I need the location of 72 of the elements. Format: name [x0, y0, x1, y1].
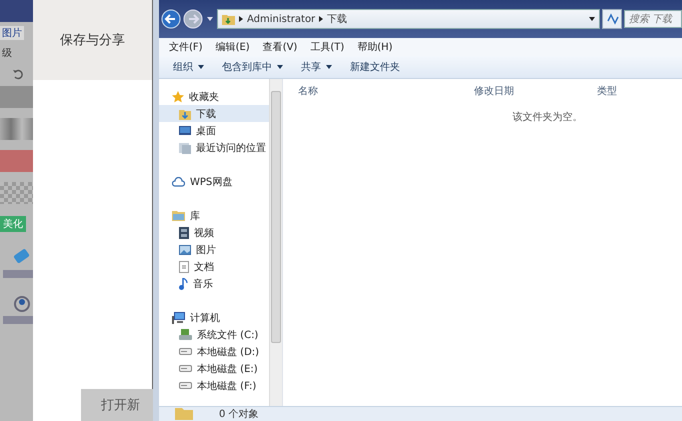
- folder-icon: [175, 408, 193, 420]
- toolbar-button[interactable]: 组织: [173, 60, 204, 74]
- picture-icon: [179, 244, 191, 254]
- address-bar[interactable]: Administrator 下载: [217, 9, 600, 29]
- nav-item[interactable]: 系统文件 (C:): [159, 326, 269, 343]
- search-field[interactable]: 搜索 下载: [624, 10, 682, 28]
- breadcrumb-arrow-icon[interactable]: [319, 16, 324, 22]
- panel-title: 保存与分享: [60, 32, 125, 49]
- scrollbar-thumb[interactable]: [271, 91, 281, 343]
- desktop-icon: [179, 126, 191, 136]
- breadcrumb[interactable]: 下载: [327, 12, 348, 26]
- menu-item[interactable]: 工具(T): [310, 40, 344, 54]
- empty-folder-message: 该文件夹为空。: [512, 110, 584, 124]
- nav-item[interactable]: 库: [159, 207, 269, 224]
- open-button[interactable]: 打开新: [80, 389, 153, 421]
- scrollbar[interactable]: [269, 79, 282, 406]
- drive-icon: [179, 328, 192, 340]
- caret-icon[interactable]: [589, 17, 595, 21]
- nav-item[interactable]: 桌面: [159, 122, 269, 139]
- nav-item[interactable]: 本地磁盘 (F:): [159, 377, 269, 394]
- document-icon: [179, 260, 189, 272]
- tab[interactable]: 级: [0, 46, 24, 60]
- back-button[interactable]: [161, 9, 181, 29]
- color-swatch: [0, 86, 33, 108]
- nav-item[interactable]: WPS网盘: [159, 173, 269, 190]
- nav-item[interactable]: 视频: [159, 224, 269, 241]
- toolbar-button[interactable]: 共享: [301, 60, 332, 74]
- cloud-icon: [172, 176, 185, 186]
- history-dropdown-icon[interactable]: [207, 17, 213, 21]
- drive-icon: [179, 382, 192, 389]
- nav-item[interactable]: 本地磁盘 (D:): [159, 343, 269, 360]
- menu-item[interactable]: 文件(F): [169, 40, 203, 54]
- drive-icon: [179, 348, 192, 355]
- menu-item[interactable]: 编辑(E): [216, 40, 250, 54]
- status-text: 0 个对象: [219, 408, 259, 421]
- film-icon: [179, 226, 189, 238]
- nav-item[interactable]: 本地磁盘 (E:): [159, 360, 269, 377]
- forward-button[interactable]: [183, 9, 203, 29]
- toolbar-button[interactable]: 新建文件夹: [350, 60, 400, 74]
- nav-item[interactable]: 音乐: [159, 275, 269, 292]
- tool-label: [3, 316, 33, 324]
- color-swatch: [0, 118, 33, 140]
- menu-item[interactable]: 帮助(H): [357, 40, 393, 54]
- column-header[interactable]: 修改日期: [474, 84, 514, 98]
- column-header[interactable]: 名称: [298, 84, 318, 98]
- nav-item[interactable]: 图片: [159, 241, 269, 258]
- breadcrumb-arrow-icon[interactable]: [239, 16, 243, 22]
- toolbar-button[interactable]: 包含到库中: [222, 60, 283, 74]
- star-icon: [172, 90, 184, 102]
- music-note-icon: [179, 278, 188, 290]
- nav-item[interactable]: 计算机: [159, 309, 269, 326]
- column-header[interactable]: 类型: [597, 84, 617, 98]
- undo-icon[interactable]: [12, 68, 24, 80]
- color-swatch: [0, 150, 33, 172]
- computer-icon: [172, 312, 185, 324]
- nav-item[interactable]: 下载: [159, 105, 269, 122]
- drive-icon: [179, 365, 192, 372]
- breadcrumb[interactable]: Administrator: [247, 14, 316, 24]
- tag: 美化: [0, 216, 26, 232]
- refresh-button[interactable]: [602, 9, 622, 29]
- nav-item[interactable]: 文档: [159, 258, 269, 275]
- color-swatch: [0, 182, 33, 204]
- title-bar: [0, 0, 33, 22]
- nav-item[interactable]: 收藏夹: [159, 88, 269, 105]
- recent-places-icon: [179, 142, 191, 154]
- download-folder-icon: [179, 108, 191, 120]
- nav-item[interactable]: 最近访问的位置: [159, 139, 269, 156]
- menu-item[interactable]: 查看(V): [262, 40, 298, 54]
- library-icon: [172, 210, 185, 221]
- tab[interactable]: 图片: [0, 26, 24, 40]
- folder-icon: [222, 13, 235, 25]
- tool-label: [3, 270, 33, 278]
